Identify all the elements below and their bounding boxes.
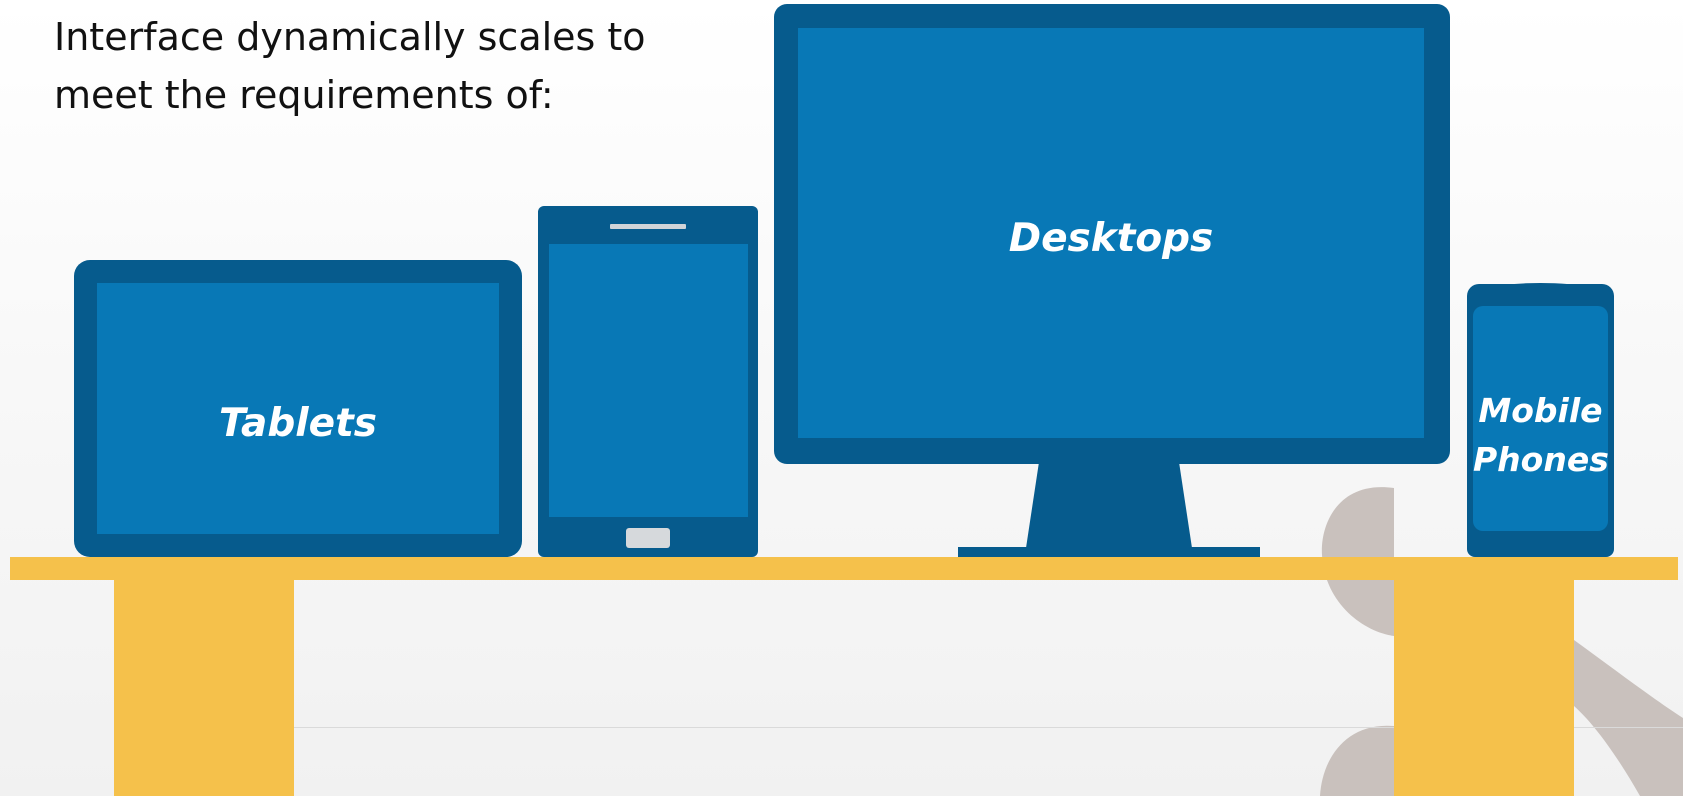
phablet-screen: [549, 244, 748, 517]
tablet-label: Tablets: [219, 401, 377, 446]
tablet-device: Tablets: [74, 260, 522, 557]
monitor-stand-base: [958, 547, 1260, 557]
mobile-label-line-1: Mobile: [1478, 391, 1603, 430]
table-leg-right: [1394, 579, 1574, 796]
mobile-phone-screen: Mobile Phones: [1473, 306, 1609, 531]
mobile-phone-device: Mobile Phones: [1467, 284, 1614, 557]
home-button-icon: [626, 528, 670, 548]
tablet-screen: Tablets: [97, 283, 499, 534]
mobile-label-line-2: Phones: [1473, 440, 1609, 479]
table-top: [10, 557, 1678, 580]
speaker-slot-icon: [610, 224, 686, 229]
desktop-monitor: Desktops: [774, 4, 1450, 464]
mobile-phone-label: Mobile Phones: [1473, 386, 1609, 484]
desktop-label: Desktops: [1008, 216, 1214, 261]
desktop-screen: Desktops: [798, 28, 1424, 438]
phablet-device: [538, 206, 758, 557]
table-leg-left: [114, 579, 294, 796]
monitor-stand-neck: [1026, 462, 1192, 548]
